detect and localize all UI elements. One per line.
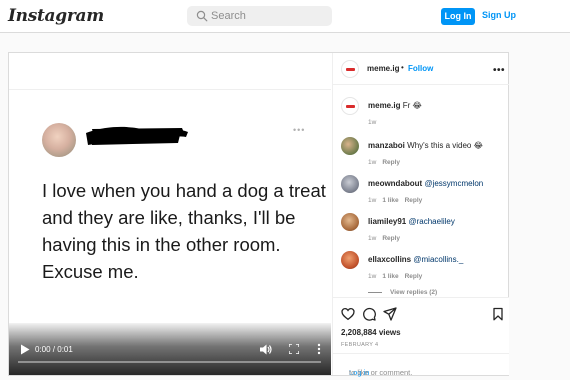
play-icon[interactable] bbox=[20, 344, 30, 355]
comment-avatar[interactable] bbox=[341, 175, 359, 193]
post-actions: 2,208,884 views FEBRUARY 4 Log in to lik… bbox=[333, 297, 509, 377]
comment-avatar[interactable] bbox=[341, 251, 359, 269]
volume-icon[interactable] bbox=[260, 344, 272, 355]
search-input[interactable]: Search bbox=[211, 10, 246, 22]
share-icon[interactable] bbox=[383, 307, 397, 321]
video-progress-bar[interactable] bbox=[18, 361, 321, 363]
caption-author[interactable]: meme.ig bbox=[368, 101, 400, 110]
comment-avatar[interactable] bbox=[341, 213, 359, 231]
caption-age: 1w bbox=[368, 119, 377, 126]
video-caption: I love when you hand a dog a treat and t… bbox=[42, 180, 326, 282]
post-card: ••• I love when you hand a dog a treat a… bbox=[8, 52, 509, 377]
reply-button[interactable]: Reply bbox=[382, 159, 400, 166]
top-nav: Instagram Search Log In Sign Up bbox=[0, 0, 570, 33]
comment-author[interactable]: manzaboi bbox=[368, 141, 405, 150]
comment-icon[interactable] bbox=[362, 307, 376, 321]
search-box[interactable]: Search bbox=[187, 6, 332, 26]
author-avatar[interactable] bbox=[341, 60, 359, 78]
comment-author[interactable]: meowndabout bbox=[368, 179, 422, 188]
comment-age: 1w bbox=[368, 235, 377, 242]
more-options-icon[interactable]: ••• bbox=[493, 65, 505, 76]
video-more-icon[interactable] bbox=[317, 343, 321, 355]
post-header: meme.ig • Follow ••• bbox=[333, 53, 509, 85]
caption-avatar[interactable] bbox=[341, 97, 359, 115]
view-count[interactable]: 2,208,884 views bbox=[341, 328, 401, 337]
tweet-avatar bbox=[42, 123, 76, 157]
header-separator: • bbox=[401, 63, 404, 72]
comment-mention[interactable]: @jessymcmelon bbox=[424, 179, 483, 188]
post-date: FEBRUARY 4 bbox=[341, 342, 379, 348]
post-sidebar: meme.ig • Follow ••• meme.ig Fr 😂 1w man… bbox=[332, 53, 509, 377]
fullscreen-icon[interactable] bbox=[289, 344, 299, 354]
comment-likes[interactable]: 1 like bbox=[382, 197, 398, 204]
comment-text: Why's this a video 😂 bbox=[407, 141, 483, 150]
video-player[interactable]: ••• I love when you hand a dog a treat a… bbox=[9, 53, 331, 375]
reply-button[interactable]: Reply bbox=[405, 273, 423, 280]
signup-link[interactable]: Sign Up bbox=[482, 10, 516, 20]
tweet-more-icon: ••• bbox=[293, 125, 306, 135]
comment-likes[interactable]: 1 like bbox=[382, 273, 398, 280]
login-prompt-text: to like or comment. bbox=[349, 368, 413, 377]
login-prompt: Log in to like or comment. bbox=[333, 353, 509, 377]
view-replies-button[interactable]: View replies (2) bbox=[368, 289, 437, 296]
comment-mention[interactable]: @miacollins._ bbox=[413, 255, 463, 264]
heart-icon[interactable] bbox=[341, 307, 355, 321]
comment-age: 1w bbox=[368, 197, 377, 204]
comment-author[interactable]: liamiley91 bbox=[368, 217, 406, 226]
reply-button[interactable]: Reply bbox=[382, 235, 400, 242]
comment-author[interactable]: ellaxcollins bbox=[368, 255, 411, 264]
comment-mention[interactable]: @rachaeliley bbox=[408, 217, 454, 226]
video-time: 0:00 / 0:01 bbox=[35, 345, 73, 354]
caption-text: Fr 😂 bbox=[402, 101, 422, 110]
redaction-scribble bbox=[86, 126, 188, 145]
comment-age: 1w bbox=[368, 273, 377, 280]
reply-button[interactable]: Reply bbox=[405, 197, 423, 204]
login-button[interactable]: Log In bbox=[441, 8, 475, 25]
instagram-logo[interactable]: Instagram bbox=[8, 6, 104, 26]
save-icon[interactable] bbox=[491, 307, 505, 321]
search-icon bbox=[196, 10, 208, 22]
video-top-band bbox=[9, 53, 331, 90]
comment-age: 1w bbox=[368, 159, 377, 166]
follow-button[interactable]: Follow bbox=[408, 64, 433, 73]
author-name[interactable]: meme.ig bbox=[367, 64, 399, 73]
comment-avatar[interactable] bbox=[341, 137, 359, 155]
